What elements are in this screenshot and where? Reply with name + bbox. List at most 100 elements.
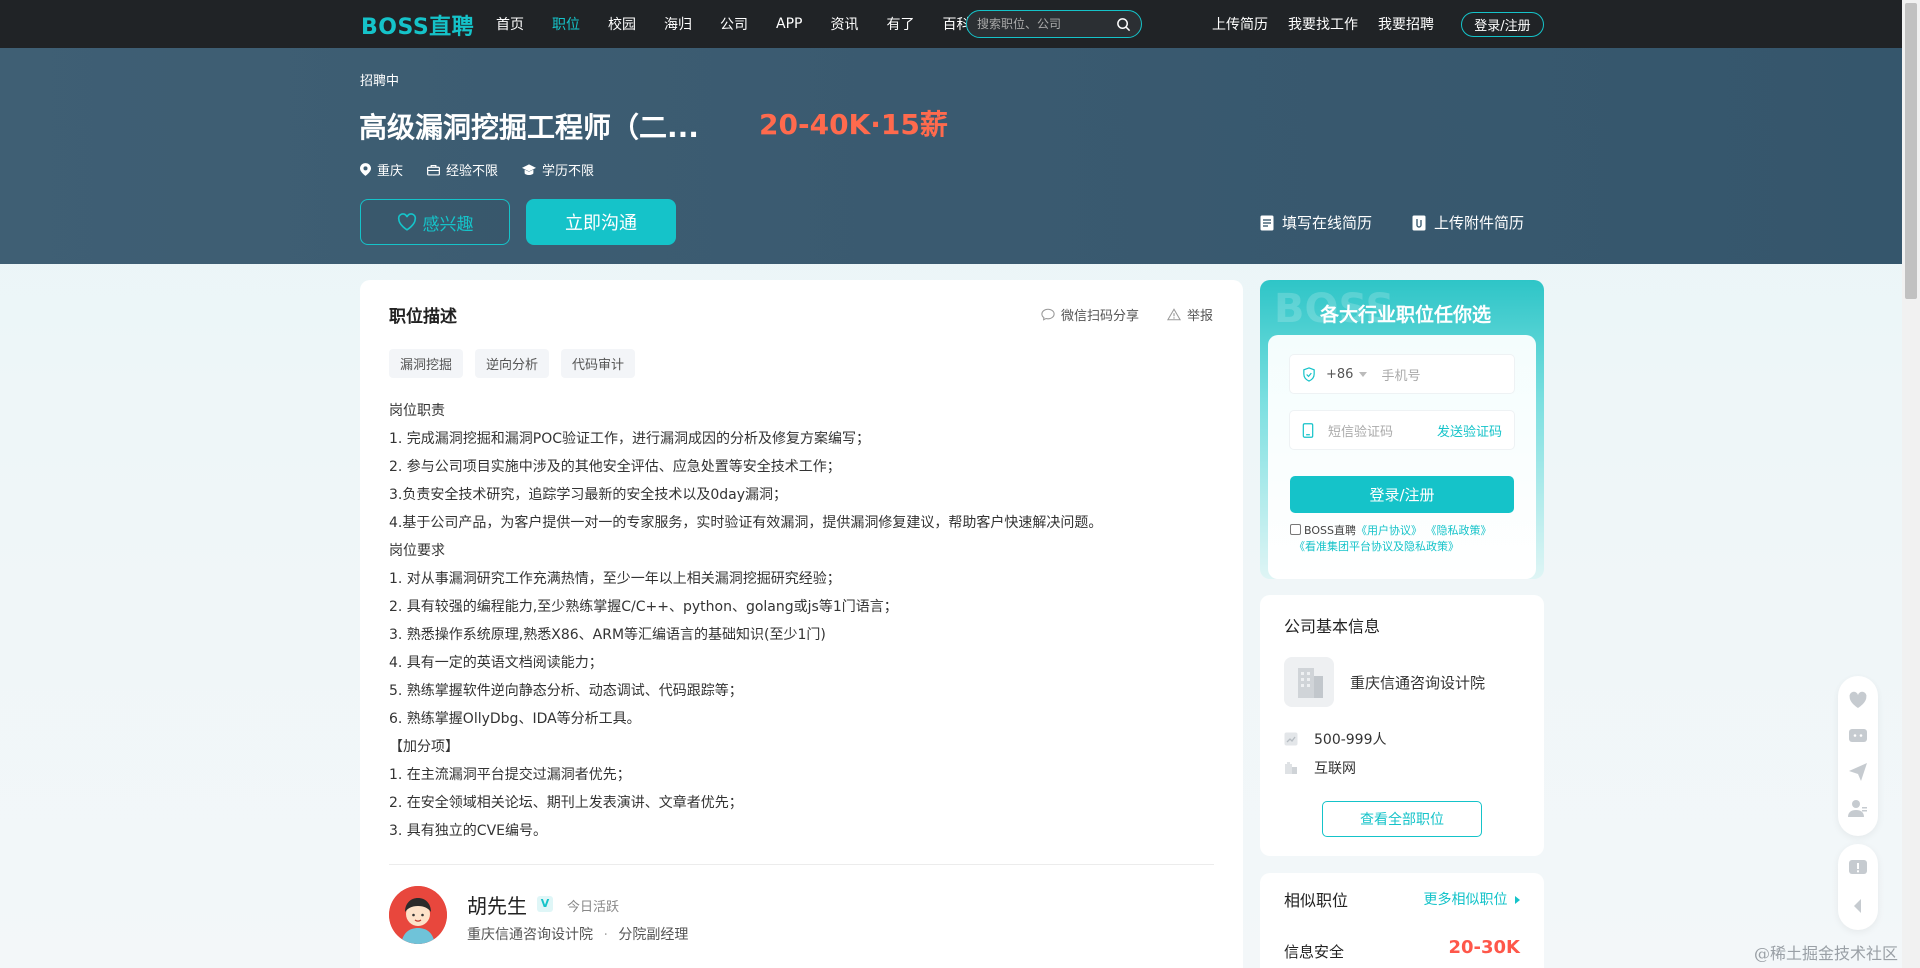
description-line: 2. 参与公司项目实施中涉及的其他安全评估、应急处置等安全技术工作；	[389, 459, 841, 475]
share-label: 微信扫码分享	[1060, 309, 1139, 324]
company-logo[interactable]	[1284, 657, 1334, 707]
nav-link-campus[interactable]: 校园	[608, 14, 636, 34]
job-salary: 20-40K·15薪	[759, 108, 948, 141]
online-resume-label: 填写在线简历	[1282, 214, 1373, 232]
wechat-share-link[interactable]: 微信扫码分享	[1041, 305, 1139, 324]
verified-badge: V	[537, 896, 553, 912]
group-policy-link[interactable]: 《看准集团平台协议及隐私政策》	[1294, 540, 1459, 553]
nav-link-youle[interactable]: 有了	[886, 14, 914, 34]
upload-resume-label: 上传附件简历	[1434, 214, 1525, 232]
description-title: 职位描述	[389, 307, 457, 327]
search-icon[interactable]	[1116, 17, 1131, 36]
code-field[interactable]: 短信验证码 发送验证码	[1290, 411, 1514, 449]
recruiter-name: 胡先生	[467, 894, 527, 918]
description-line: 4.基于公司产品，为客户提供一对一的专家服务，实时验证有效漏洞，提供漏洞修复建议…	[389, 515, 1103, 531]
user-profile-icon[interactable]	[1848, 798, 1868, 818]
sms-code-input[interactable]: 短信验证码	[1328, 421, 1393, 440]
job-experience-tag: 经验不限	[427, 160, 498, 179]
nav-find-job[interactable]: 我要找工作	[1288, 14, 1358, 34]
similar-job-title[interactable]: 信息安全	[1284, 941, 1344, 962]
recruiter-avatar[interactable]	[389, 886, 447, 944]
description-line: 2. 具有较强的编程能力,至少熟练掌握C/C++、python、golang或j…	[389, 599, 898, 615]
more-similar-jobs-link[interactable]: 更多相似职位	[1424, 889, 1520, 909]
main-nav-links: 首页 职位 校园 海归 公司 APP 资讯 有了 百科	[496, 0, 998, 48]
agreement-text: BOSS直聘《用户协议》 《隐私政策》 《看准集团平台协议及隐私政策》	[1290, 523, 1530, 555]
online-resume-link[interactable]: 填写在线简历	[1260, 212, 1372, 233]
right-nav-links: 上传简历 我要找工作 我要招聘	[1212, 0, 1454, 48]
search-box	[966, 10, 1142, 38]
privacy-policy-link[interactable]: 《隐私政策》	[1425, 524, 1491, 537]
nav-link-app[interactable]: APP	[776, 16, 802, 32]
job-city: 重庆	[377, 164, 404, 179]
phone-input[interactable]: 手机号	[1381, 365, 1420, 384]
nav-link-news[interactable]: 资讯	[830, 14, 858, 34]
description-line: 5. 熟练掌握软件逆向静态分析、动态调试、代码跟踪等；	[389, 683, 743, 699]
skill-tag: 逆向分析	[475, 349, 550, 378]
warning-icon	[1166, 308, 1181, 321]
report-link[interactable]: 举报	[1166, 305, 1213, 324]
job-status: 招聘中	[360, 74, 400, 89]
company-section-title: 公司基本信息	[1284, 617, 1381, 636]
floating-toolbar	[1838, 676, 1878, 836]
back-to-top-icon[interactable]	[1848, 896, 1868, 916]
job-education-tag: 学历不限	[522, 160, 594, 179]
phone-field[interactable]: +86 手机号	[1290, 355, 1514, 393]
nav-recruit[interactable]: 我要招聘	[1378, 14, 1434, 34]
search-input[interactable]	[977, 17, 1107, 31]
job-city-tag: 重庆	[360, 160, 403, 179]
user-agreement-link[interactable]: 《用户协议》	[1356, 524, 1422, 537]
recruiter-company: 重庆信通咨询设计院	[467, 927, 593, 943]
share-report-row: 微信扫码分享 举报	[1041, 305, 1213, 324]
agree-prefix: BOSS直聘	[1304, 524, 1356, 537]
agree-checkbox[interactable]	[1290, 524, 1301, 535]
separator: ·	[603, 927, 608, 943]
nav-link-jobs[interactable]: 职位	[552, 14, 580, 34]
skill-tag: 代码审计	[561, 349, 636, 378]
page-scrollbar-thumb[interactable]	[1905, 3, 1917, 299]
country-code-select[interactable]: +86	[1326, 367, 1353, 382]
location-icon	[360, 163, 371, 176]
description-line: 岗位要求	[389, 543, 445, 559]
briefcase-icon	[427, 164, 440, 176]
resume-links: 填写在线简历 上传附件简历	[1260, 212, 1524, 233]
description-line: 岗位职责	[389, 403, 445, 419]
juejin-watermark: @稀土掘金技术社区	[1754, 944, 1899, 963]
description-line: 1. 对从事漏洞研究工作充满热情，至少一年以上相关漏洞挖掘研究经验；	[389, 571, 841, 587]
send-paper-plane-icon[interactable]	[1848, 762, 1868, 782]
view-all-jobs-button[interactable]: 查看全部职位	[1322, 801, 1482, 837]
description-line: 6. 熟练掌握OllyDbg、IDA等分析工具。	[389, 711, 641, 727]
favorite-heart-icon[interactable]	[1848, 690, 1868, 710]
nav-link-overseas[interactable]: 海归	[664, 14, 692, 34]
send-code-button[interactable]: 发送验证码	[1437, 421, 1502, 440]
nav-link-home[interactable]: 首页	[496, 14, 524, 34]
company-industry-row: 互联网	[1284, 758, 1356, 778]
description-line: 3.负责安全技术研究，追踪学习最新的安全技术以及0day漏洞；	[389, 487, 788, 503]
recruiter-active-status: 今日活跃	[567, 900, 620, 915]
skill-tags: 漏洞挖掘 逆向分析 代码审计	[389, 349, 647, 378]
company-industry: 互联网	[1314, 761, 1356, 777]
login-submit-button[interactable]: 登录/注册	[1290, 476, 1514, 513]
chat-now-button[interactable]: 立即沟通	[526, 199, 676, 245]
company-name[interactable]: 重庆信通咨询设计院	[1350, 672, 1485, 693]
interest-label: 感兴趣	[422, 214, 474, 235]
login-register-button[interactable]: 登录/注册	[1461, 12, 1544, 37]
chat-bubble-icon[interactable]	[1848, 726, 1868, 746]
description-line: 1. 在主流漏洞平台提交过漏洞者优先；	[389, 767, 631, 783]
interest-button[interactable]: 感兴趣	[360, 199, 510, 245]
login-panel: BOSS 各大行业职位任你选 +86 手机号 短信验证码 发送验证码 登录/注册…	[1260, 280, 1544, 579]
upload-resume-link[interactable]: 上传附件简历	[1412, 212, 1524, 233]
login-form: +86 手机号 短信验证码 发送验证码 登录/注册 BOSS直聘《用户协议》 《…	[1268, 335, 1536, 579]
recruiter-position: 分院副经理	[618, 927, 689, 943]
nav-link-company[interactable]: 公司	[720, 14, 748, 34]
feedback-icon[interactable]	[1848, 858, 1868, 878]
boss-logo[interactable]: BOSS直聘	[361, 9, 474, 41]
wechat-icon	[1041, 308, 1055, 321]
nav-upload-resume[interactable]: 上传简历	[1212, 14, 1268, 34]
mobile-phone-icon	[1302, 422, 1314, 438]
job-banner	[0, 48, 1902, 264]
document-edit-icon	[1260, 215, 1274, 230]
login-panel-title: 各大行业职位任你选	[1320, 304, 1492, 326]
shield-icon	[1303, 366, 1315, 382]
job-experience: 经验不限	[446, 164, 499, 179]
description-line: 2. 在安全领域相关论坛、期刊上发表演讲、文章者优先；	[389, 795, 743, 811]
